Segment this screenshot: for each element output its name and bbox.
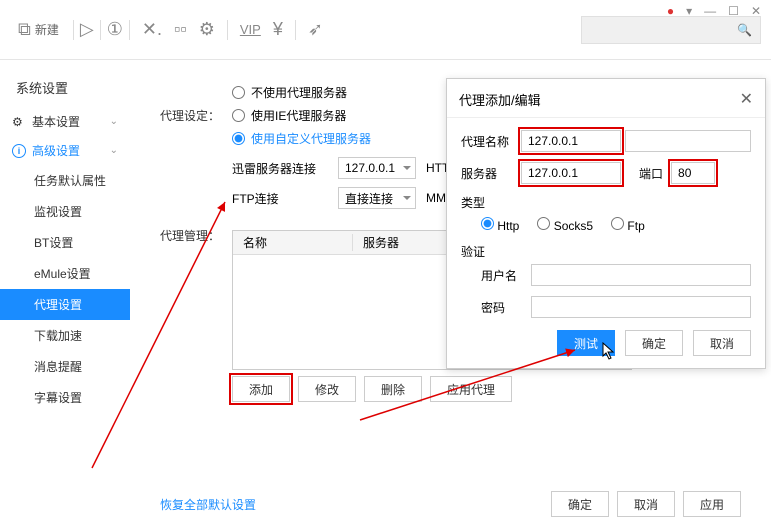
search-icon: 🔍 bbox=[737, 23, 752, 37]
minimize-icon[interactable]: — bbox=[704, 4, 716, 18]
proxy-name-input[interactable]: 127.0.0.1 bbox=[521, 130, 621, 152]
password-label: 密码 bbox=[481, 299, 531, 316]
sidebar-title: 系统设置 bbox=[0, 74, 130, 107]
sidebar-item-task-defaults[interactable]: 任务默认属性 bbox=[0, 165, 130, 196]
proxy-opt-custom[interactable]: 使用自定义代理服务器 bbox=[232, 130, 371, 147]
ftp-conn-label: FTP连接 bbox=[232, 190, 328, 207]
new-button[interactable]: ⧉ 新建 bbox=[10, 13, 67, 46]
proxy-name-label: 代理名称 bbox=[461, 133, 521, 150]
proxy-opt-none[interactable]: 不使用代理服务器 bbox=[232, 84, 371, 101]
dropdown-icon[interactable]: ▾ bbox=[686, 4, 692, 18]
type-socks5[interactable]: Socks5 bbox=[537, 217, 593, 233]
apply-proxy-button[interactable]: 应用代理 bbox=[430, 376, 512, 402]
sidebar-advanced[interactable]: i 高级设置 ⌄ bbox=[0, 136, 130, 165]
username-input[interactable] bbox=[531, 264, 751, 286]
proxy-mgmt-label: 代理管理： bbox=[160, 227, 228, 244]
sidebar-item-bt[interactable]: BT设置 bbox=[0, 227, 130, 258]
sidebar-item-proxy[interactable]: 代理设置 bbox=[0, 289, 130, 320]
notification-icon[interactable]: ● bbox=[667, 4, 674, 18]
sidebar-basic[interactable]: ⚙ 基本设置 ⌄ bbox=[0, 107, 130, 136]
ftp-conn-select[interactable]: 直接连接 bbox=[338, 187, 416, 209]
col-name: 名称 bbox=[233, 234, 353, 251]
apply-button[interactable]: 应用 bbox=[683, 491, 741, 517]
new-icon: ⧉ bbox=[18, 19, 31, 40]
type-section-label: 类型 bbox=[461, 194, 751, 211]
proxy-edit-dialog: 代理添加/编辑 ✕ 代理名称 127.0.0.1 服务器 127.0.0.1 端… bbox=[446, 78, 766, 369]
add-button[interactable]: 添加 bbox=[232, 376, 290, 402]
play-icon[interactable]: ▷ bbox=[80, 19, 94, 40]
gear-icon: ⚙ bbox=[12, 115, 26, 129]
username-label: 用户名 bbox=[481, 267, 531, 284]
priority-icon[interactable]: ① bbox=[107, 19, 123, 40]
server-input[interactable]: 127.0.0.1 bbox=[521, 162, 621, 184]
vip-icon[interactable]: VIP bbox=[240, 22, 261, 37]
top-toolbar: ● ▾ — ☐ ✕ ⧉ 新建 ▷ ① ✕. ▫▫ ⚙ VIP ¥ ➶ 🔍 bbox=[0, 0, 771, 60]
chevron-down-icon: ⌄ bbox=[110, 116, 118, 127]
close-icon[interactable]: ✕ bbox=[751, 4, 761, 18]
sidebar: 系统设置 ⚙ 基本设置 ⌄ i 高级设置 ⌄ 任务默认属性 监视设置 BT设置 … bbox=[0, 60, 130, 531]
port-input[interactable]: 80 bbox=[671, 162, 715, 184]
password-input[interactable] bbox=[531, 296, 751, 318]
coin-icon[interactable]: ¥ bbox=[273, 19, 283, 40]
proxy-opt-ie[interactable]: 使用IE代理服务器 bbox=[232, 107, 371, 124]
dialog-title: 代理添加/编辑 bbox=[459, 90, 541, 109]
dialog-close-icon[interactable]: ✕ bbox=[740, 89, 753, 109]
restore-defaults-link[interactable]: 恢复全部默认设置 bbox=[160, 496, 256, 513]
edit-button[interactable]: 修改 bbox=[298, 376, 356, 402]
port-label: 端口 bbox=[639, 165, 663, 182]
type-http[interactable]: Http bbox=[481, 217, 519, 233]
proxy-setting-label: 代理设定： bbox=[160, 107, 228, 124]
search-input[interactable]: 🔍 bbox=[581, 16, 761, 44]
cancel-button[interactable]: 取消 bbox=[617, 491, 675, 517]
delete-icon[interactable]: ✕. bbox=[142, 19, 162, 40]
settings-icon[interactable]: ⚙ bbox=[199, 19, 215, 40]
ok-button[interactable]: 确定 bbox=[551, 491, 609, 517]
proxy-name-input-ext[interactable] bbox=[625, 130, 751, 152]
server-label: 服务器 bbox=[461, 165, 521, 182]
auth-section-label: 验证 bbox=[461, 243, 751, 260]
sidebar-item-emule[interactable]: eMule设置 bbox=[0, 258, 130, 289]
info-icon: i bbox=[12, 144, 26, 158]
sidebar-item-subtitle[interactable]: 字幕设置 bbox=[0, 382, 130, 413]
dialog-cancel-button[interactable]: 取消 bbox=[693, 330, 751, 356]
rocket-icon[interactable]: ➶ bbox=[308, 19, 323, 40]
sidebar-item-accel[interactable]: 下载加速 bbox=[0, 320, 130, 351]
type-ftp[interactable]: Ftp bbox=[611, 217, 645, 233]
maximize-icon[interactable]: ☐ bbox=[728, 4, 739, 18]
delete-button[interactable]: 删除 bbox=[364, 376, 422, 402]
dialog-ok-button[interactable]: 确定 bbox=[625, 330, 683, 356]
xl-conn-label: 迅雷服务器连接 bbox=[232, 160, 328, 177]
sidebar-item-notify[interactable]: 消息提醒 bbox=[0, 351, 130, 382]
test-button[interactable]: 测试 bbox=[557, 330, 615, 356]
sidebar-item-monitor[interactable]: 监视设置 bbox=[0, 196, 130, 227]
chevron-down-icon: ⌄ bbox=[110, 145, 118, 156]
xl-conn-select[interactable]: 127.0.0.1 bbox=[338, 157, 416, 179]
grid-icon[interactable]: ▫▫ bbox=[174, 19, 187, 40]
